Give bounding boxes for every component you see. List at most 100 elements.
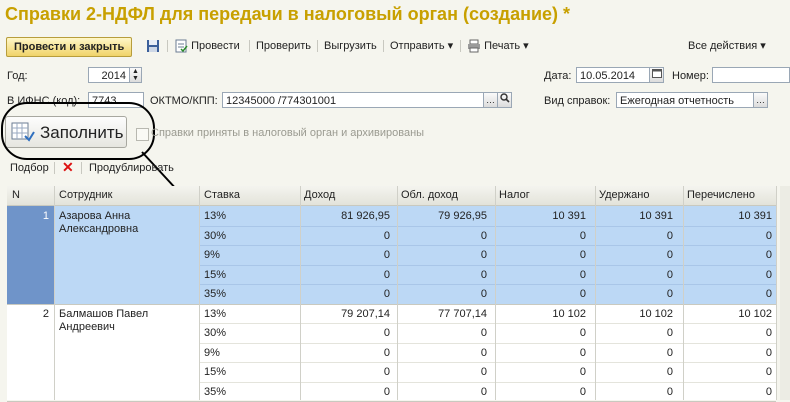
table-cell-taxable[interactable]: 0 xyxy=(481,249,487,261)
table-cell-withheld[interactable]: 0 xyxy=(667,269,673,281)
header-withheld[interactable]: Удержано xyxy=(599,189,649,201)
header-income[interactable]: Доход xyxy=(304,189,335,201)
table-cell-tax[interactable]: 0 xyxy=(580,347,586,359)
calendar-button[interactable] xyxy=(649,67,664,83)
table-cell-withheld[interactable]: 0 xyxy=(667,386,673,398)
table-cell-income[interactable]: 0 xyxy=(384,269,390,281)
table-cell-income[interactable]: 0 xyxy=(384,327,390,339)
table-cell-income[interactable]: 0 xyxy=(384,366,390,378)
table-cell-taxable[interactable]: 0 xyxy=(481,347,487,359)
table-cell-rate[interactable]: 15% xyxy=(204,269,226,281)
table-cell-income[interactable]: 0 xyxy=(384,230,390,242)
table-cell-taxable[interactable]: 0 xyxy=(481,366,487,378)
export-button[interactable]: Выгрузить xyxy=(324,38,377,54)
type-select-button[interactable]: … xyxy=(753,92,768,108)
table-cell-taxable[interactable]: 0 xyxy=(481,269,487,281)
post-button[interactable]: Провести xyxy=(174,38,240,54)
employee-name[interactable]: Александровна xyxy=(59,223,138,235)
table-cell-transferred[interactable]: 10 391 xyxy=(738,210,772,222)
table-cell-transferred[interactable]: 0 xyxy=(766,249,772,261)
table-cell-withheld[interactable]: 0 xyxy=(667,288,673,300)
header-n[interactable]: N xyxy=(12,189,20,201)
table-cell-tax[interactable]: 0 xyxy=(580,386,586,398)
table-cell-income[interactable]: 81 926,95 xyxy=(341,210,390,222)
row-number[interactable]: 1 xyxy=(7,210,49,222)
table-cell-withheld[interactable]: 0 xyxy=(667,366,673,378)
header-rate[interactable]: Ставка xyxy=(204,189,240,201)
oktmo-select-button[interactable]: … xyxy=(483,92,498,108)
post-and-close-button[interactable]: Провести и закрыть xyxy=(6,37,133,57)
table-cell-withheld[interactable]: 0 xyxy=(667,347,673,359)
table-cell-taxable[interactable]: 0 xyxy=(481,288,487,300)
number-field[interactable] xyxy=(712,67,790,83)
oktmo-field[interactable]: 12345000 /774301001 xyxy=(222,92,484,108)
table-cell-income[interactable]: 0 xyxy=(384,249,390,261)
table-cell-income[interactable]: 79 207,14 xyxy=(341,308,390,320)
table-cell-taxable[interactable]: 0 xyxy=(481,230,487,242)
all-actions-menu[interactable]: Все действия ▾ xyxy=(688,38,766,54)
employee-name[interactable]: Азарова Анна xyxy=(59,210,130,222)
table-cell-taxable[interactable]: 0 xyxy=(481,386,487,398)
table-cell-tax[interactable]: 10 391 xyxy=(552,210,586,222)
year-spinner[interactable]: ▲ ▼ xyxy=(129,67,142,83)
table-cell-taxable[interactable]: 79 926,95 xyxy=(438,210,487,222)
table-cell-transferred[interactable]: 0 xyxy=(766,230,772,242)
table-cell-transferred[interactable]: 0 xyxy=(766,386,772,398)
table-cell-income[interactable]: 0 xyxy=(384,347,390,359)
table-cell-rate[interactable]: 9% xyxy=(204,249,220,261)
table-cell-rate[interactable]: 35% xyxy=(204,386,226,398)
header-transferred[interactable]: Перечислено xyxy=(687,189,755,201)
table-cell-taxable[interactable]: 77 707,14 xyxy=(438,308,487,320)
table-cell-taxable[interactable]: 0 xyxy=(481,327,487,339)
table-cell-tax[interactable]: 0 xyxy=(580,366,586,378)
table-cell-rate[interactable]: 35% xyxy=(204,288,226,300)
header-tax[interactable]: Налог xyxy=(499,189,530,201)
table-cell-tax[interactable]: 0 xyxy=(580,288,586,300)
oktmo-open-button[interactable] xyxy=(497,92,512,108)
table-cell-tax[interactable]: 0 xyxy=(580,327,586,339)
table-cell-transferred[interactable]: 0 xyxy=(766,269,772,281)
table-cell-rate[interactable]: 13% xyxy=(204,210,226,222)
table-cell-transferred[interactable]: 10 102 xyxy=(738,308,772,320)
calendar-icon xyxy=(651,69,662,78)
employee-name[interactable]: Балмашов Павел xyxy=(59,308,148,320)
table-cell-rate[interactable]: 13% xyxy=(204,308,226,320)
row-number[interactable]: 2 xyxy=(7,308,49,320)
table-cell-rate[interactable]: 15% xyxy=(204,366,226,378)
duplicate-button[interactable]: Продублировать xyxy=(89,162,174,174)
table-cell-tax[interactable]: 0 xyxy=(580,269,586,281)
send-menu-button[interactable]: Отправить ▾ xyxy=(390,38,453,54)
table-cell-transferred[interactable]: 0 xyxy=(766,347,772,359)
table-cell-withheld[interactable]: 10 391 xyxy=(639,210,673,222)
table-cell-income[interactable]: 0 xyxy=(384,386,390,398)
table-cell-withheld[interactable]: 10 102 xyxy=(639,308,673,320)
delete-icon[interactable]: ✕ xyxy=(62,160,74,174)
type-label: Вид справок: xyxy=(544,95,611,107)
chevron-down-icon: ▾ xyxy=(523,40,529,52)
table-cell-withheld[interactable]: 0 xyxy=(667,327,673,339)
select-button[interactable]: Подбор xyxy=(10,162,49,174)
header-taxable[interactable]: Обл. доход xyxy=(401,189,458,201)
type-field[interactable]: Ежегодная отчетность xyxy=(616,92,754,108)
table-cell-rate[interactable]: 9% xyxy=(204,347,220,359)
year-field[interactable]: 2014 xyxy=(88,67,130,83)
table-cell-rate[interactable]: 30% xyxy=(204,327,226,339)
table-cell-withheld[interactable]: 0 xyxy=(667,249,673,261)
table-cell-withheld[interactable]: 0 xyxy=(667,230,673,242)
table-cell-transferred[interactable]: 0 xyxy=(766,327,772,339)
check-button[interactable]: Проверить xyxy=(256,38,311,54)
table-cell-transferred[interactable]: 0 xyxy=(766,288,772,300)
save-button[interactable] xyxy=(146,38,160,54)
table-vertical-scrollbar[interactable] xyxy=(780,186,790,400)
table-cell-income[interactable]: 0 xyxy=(384,288,390,300)
accepted-checkbox[interactable] xyxy=(136,128,149,141)
employee-name[interactable]: Андреевич xyxy=(59,321,115,333)
date-field[interactable]: 10.05.2014 xyxy=(576,67,650,83)
table-cell-rate[interactable]: 30% xyxy=(204,230,226,242)
print-menu-button[interactable]: Печать ▾ xyxy=(467,38,529,54)
table-cell-tax[interactable]: 10 102 xyxy=(552,308,586,320)
table-cell-transferred[interactable]: 0 xyxy=(766,366,772,378)
header-employee[interactable]: Сотрудник xyxy=(59,189,112,201)
table-cell-tax[interactable]: 0 xyxy=(580,249,586,261)
table-cell-tax[interactable]: 0 xyxy=(580,230,586,242)
